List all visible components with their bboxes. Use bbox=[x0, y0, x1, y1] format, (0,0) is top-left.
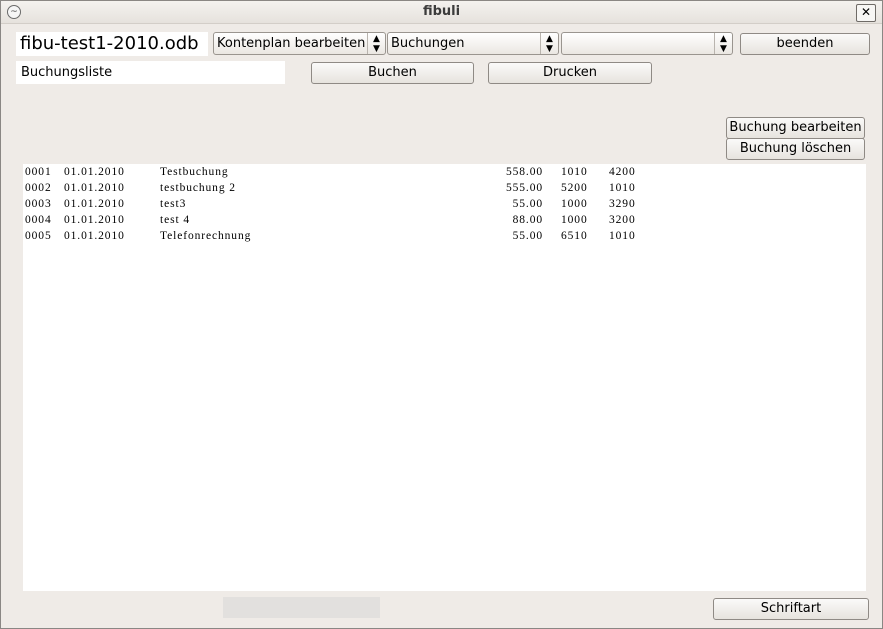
buchen-button[interactable]: Buchen bbox=[311, 62, 474, 84]
booking-number: 0003 bbox=[25, 198, 52, 210]
booking-haben-account: 3290 bbox=[609, 198, 636, 210]
main-window: ~ fibuli ✕ fibu-test1-2010.odb Kontenpla… bbox=[0, 0, 883, 629]
list-item[interactable]: 0002 01.01.2010 testbuchung 2 555.00 520… bbox=[25, 180, 725, 196]
booking-number: 0005 bbox=[25, 230, 52, 242]
schriftart-button[interactable]: Schriftart bbox=[713, 598, 869, 620]
booking-text: testbuchung 2 bbox=[160, 182, 236, 194]
updown-arrow-icon: ▲ ▼ bbox=[714, 33, 732, 54]
booking-amount: 55.00 bbox=[512, 198, 543, 210]
list-item[interactable]: 0001 01.01.2010 Testbuchung 558.00 1010 … bbox=[25, 164, 725, 180]
booking-text: Testbuchung bbox=[160, 166, 229, 178]
booking-haben-account: 3200 bbox=[609, 214, 636, 226]
booking-number: 0001 bbox=[25, 166, 52, 178]
booking-amount: 88.00 bbox=[512, 214, 543, 226]
booking-text: test 4 bbox=[160, 214, 190, 226]
booking-date: 01.01.2010 bbox=[64, 230, 125, 242]
drucken-button[interactable]: Drucken bbox=[488, 62, 652, 84]
booking-date: 01.01.2010 bbox=[64, 214, 125, 226]
buchungsliste-label: Buchungsliste bbox=[16, 61, 285, 84]
booking-soll-account: 1000 bbox=[561, 198, 588, 210]
updown-arrow-icon: ▲ ▼ bbox=[367, 33, 385, 54]
booking-amount: 555.00 bbox=[505, 182, 543, 194]
bookings-list[interactable]: 0001 01.01.2010 Testbuchung 558.00 1010 … bbox=[23, 164, 866, 591]
booking-haben-account: 1010 bbox=[609, 182, 636, 194]
booking-text: Telefonrechnung bbox=[160, 230, 252, 242]
booking-number: 0002 bbox=[25, 182, 52, 194]
buchung-bearbeiten-button[interactable]: Buchung bearbeiten bbox=[726, 117, 865, 139]
title-bar[interactable]: ~ fibuli ✕ bbox=[1, 1, 882, 24]
booking-soll-account: 5200 bbox=[561, 182, 588, 194]
booking-text: test3 bbox=[160, 198, 187, 210]
beenden-button[interactable]: beenden bbox=[740, 33, 870, 55]
booking-number: 0004 bbox=[25, 214, 52, 226]
booking-haben-account: 1010 bbox=[609, 230, 636, 242]
booking-haben-account: 4200 bbox=[609, 166, 636, 178]
booking-soll-account: 1010 bbox=[561, 166, 588, 178]
status-box bbox=[223, 597, 380, 618]
buchung-loeschen-button[interactable]: Buchung löschen bbox=[726, 138, 865, 160]
booking-date: 01.01.2010 bbox=[64, 198, 125, 210]
third-select[interactable]: ▲ ▼ bbox=[561, 32, 733, 55]
kontenplan-select-value: Kontenplan bearbeiten bbox=[217, 36, 366, 51]
booking-amount: 55.00 bbox=[512, 230, 543, 242]
list-item[interactable]: 0005 01.01.2010 Telefonrechnung 55.00 65… bbox=[25, 228, 725, 244]
booking-soll-account: 6510 bbox=[561, 230, 588, 242]
kontenplan-select[interactable]: Kontenplan bearbeiten ▲ ▼ bbox=[213, 32, 386, 55]
buchungen-select[interactable]: Buchungen ▲ ▼ bbox=[387, 32, 559, 55]
booking-soll-account: 1000 bbox=[561, 214, 588, 226]
list-item[interactable]: 0003 01.01.2010 test3 55.00 1000 3290 bbox=[25, 196, 725, 212]
booking-date: 01.01.2010 bbox=[64, 182, 125, 194]
close-icon[interactable]: ✕ bbox=[856, 4, 876, 22]
booking-amount: 558.00 bbox=[505, 166, 543, 178]
database-filename: fibu-test1-2010.odb bbox=[16, 32, 208, 56]
window-title: fibuli bbox=[422, 4, 461, 19]
buchungen-select-value: Buchungen bbox=[391, 36, 465, 51]
list-item[interactable]: 0004 01.01.2010 test 4 88.00 1000 3200 bbox=[25, 212, 725, 228]
booking-date: 01.01.2010 bbox=[64, 166, 125, 178]
updown-arrow-icon: ▲ ▼ bbox=[540, 33, 558, 54]
